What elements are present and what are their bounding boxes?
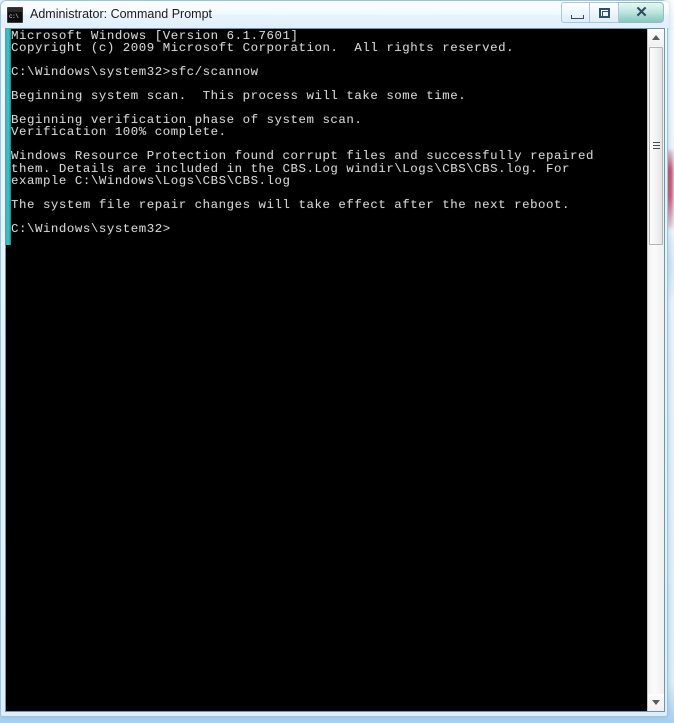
console-line: The system file repair changes will take… [11,197,570,212]
icon-prompt-text: c:\ [8,12,22,22]
scroll-down-icon [652,700,660,705]
console-line: Beginning system scan. This process will… [11,89,467,104]
console-line: C:\Windows\system32> [11,221,171,236]
minimize-icon [571,15,584,19]
scroll-up-arrow[interactable] [648,29,664,46]
console-line: Windows Resource Protection found corrup… [11,149,594,164]
console-line: example C:\Windows\Logs\CBS\CBS.log [11,173,291,188]
scroll-thumb-grip [653,142,660,150]
window-controls: ✕ [561,2,664,23]
close-icon: ✕ [635,4,648,21]
scroll-thumb[interactable] [649,47,663,245]
scroll-down-arrow[interactable] [648,694,664,711]
background-blue-accent [667,236,674,296]
console-client-area[interactable]: Microsoft Windows [Version 6.1.7601] Copy… [5,28,665,712]
console-line: Verification 100% complete. [11,125,227,140]
close-button[interactable]: ✕ [619,2,664,23]
console-line: them. Details are included in the CBS.Lo… [11,161,570,176]
restore-icon [599,8,610,18]
maximize-restore-button[interactable] [590,2,619,23]
window-title: Administrator: Command Prompt [30,7,213,21]
command-prompt-window: c:\ Administrator: Command Prompt ✕ Micr… [0,0,669,717]
console-scrollbar[interactable] [647,29,664,711]
scroll-up-icon [652,35,660,40]
window-titlebar[interactable]: c:\ Administrator: Command Prompt ✕ [1,1,669,28]
console-line: Copyright (c) 2009 Microsoft Corporation… [11,41,515,56]
minimize-button[interactable] [561,2,590,23]
console-output: Microsoft Windows [Version 6.1.7601] Copy… [11,30,641,235]
console-line: C:\Windows\system32>sfc/scannow [11,65,259,80]
command-prompt-icon[interactable]: c:\ [7,7,23,23]
